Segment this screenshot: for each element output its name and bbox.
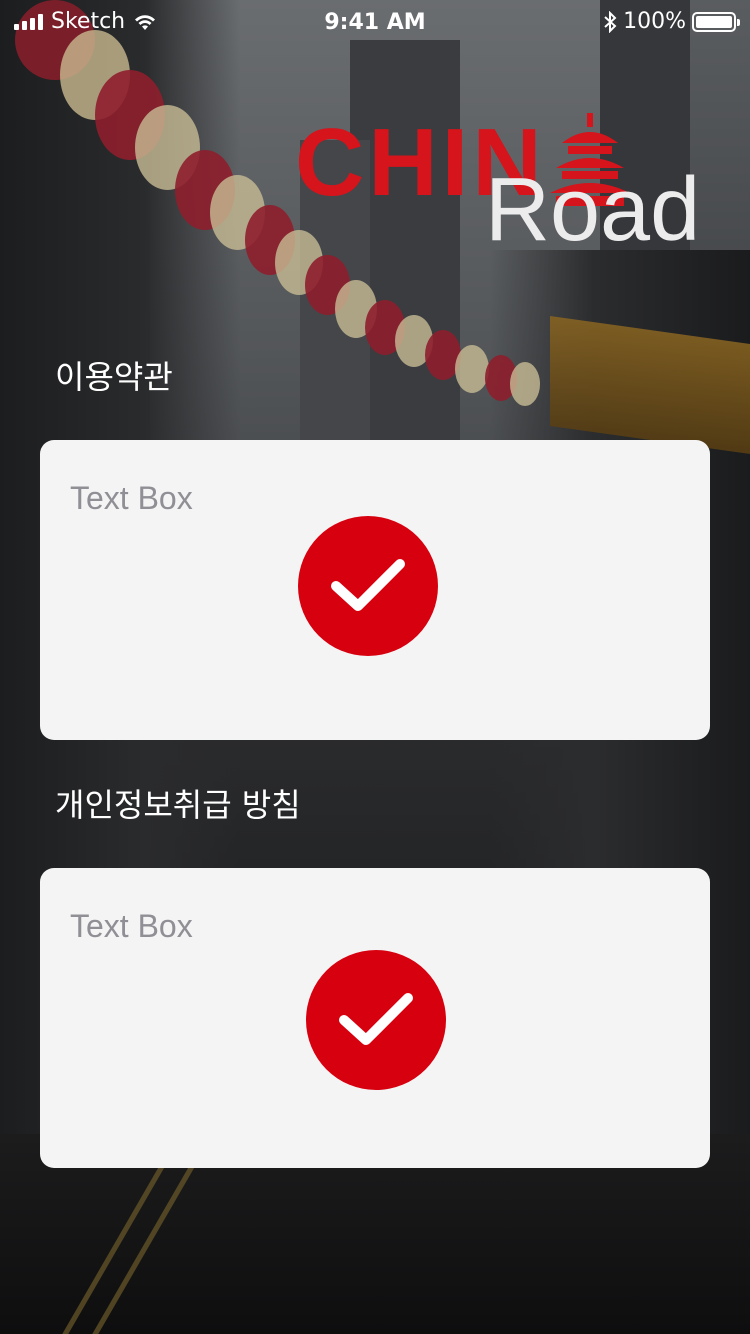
battery-fill <box>696 15 732 28</box>
logo-road-text: Road <box>485 160 701 260</box>
status-bar: Sketch 9:41 AM 100% <box>0 0 750 44</box>
battery-percent: 100% <box>623 9 686 34</box>
privacy-textbox-placeholder: Text Box <box>70 908 193 944</box>
terms-textbox-placeholder: Text Box <box>70 480 193 516</box>
terms-agree-checkbox[interactable] <box>298 516 438 656</box>
battery-icon <box>692 11 740 32</box>
status-right: 100% <box>603 9 740 34</box>
privacy-agree-checkbox[interactable] <box>306 950 446 1090</box>
terms-textbox[interactable]: Text Box <box>40 440 710 740</box>
checkmark-icon <box>339 993 413 1045</box>
bluetooth-icon <box>604 10 617 33</box>
checkmark-icon <box>331 559 405 611</box>
app-logo: CHIN Road <box>295 105 700 265</box>
privacy-textbox[interactable]: Text Box <box>40 868 710 1168</box>
privacy-title: 개인정보취급 방침 <box>55 786 301 824</box>
terms-title: 이용약관 <box>55 358 173 396</box>
